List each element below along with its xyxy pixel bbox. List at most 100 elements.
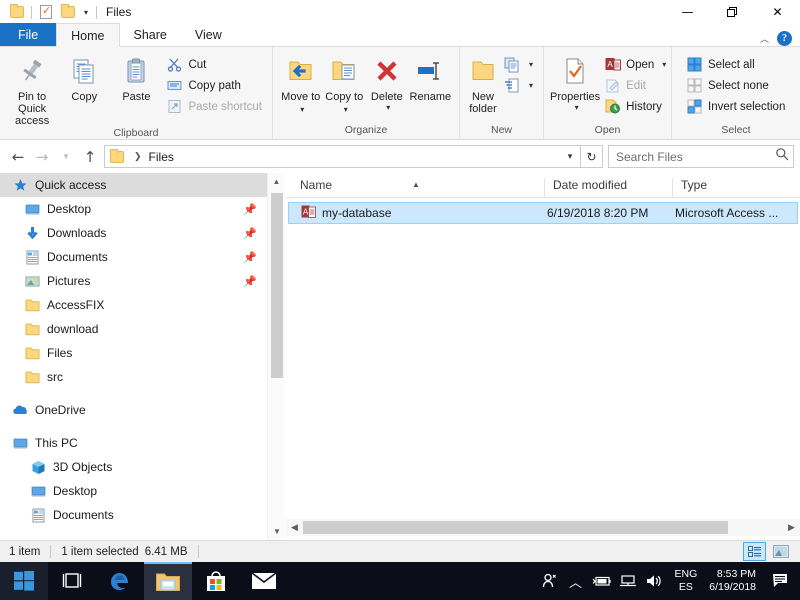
chevron-down-icon[interactable]: ▾	[575, 103, 579, 112]
column-header-date-modified[interactable]: Date modified	[544, 178, 672, 197]
volume-icon[interactable]	[641, 562, 667, 600]
sidebar-item-this-pc[interactable]: This PC	[0, 431, 267, 455]
paste-label: Paste	[122, 91, 150, 103]
chevron-up-icon[interactable]: ︿	[563, 562, 589, 600]
search-box[interactable]: Search Files	[608, 145, 794, 168]
minimize-button[interactable]: —	[665, 0, 710, 24]
edge-button[interactable]	[96, 562, 144, 600]
chevron-up-icon[interactable]: ︿	[760, 32, 769, 45]
sidebar-item-quick-access[interactable]: Quick access	[0, 173, 267, 197]
task-view-button[interactable]	[48, 562, 96, 600]
sidebar-item-desktop-pc[interactable]: Desktop	[0, 479, 267, 503]
qat-folder-icon[interactable]	[6, 1, 28, 23]
clock[interactable]: 8:53 PM 6/19/2018	[705, 568, 766, 594]
paste-shortcut-label: Paste shortcut	[188, 101, 262, 113]
tab-share[interactable]: Share	[120, 23, 181, 46]
tab-home[interactable]: Home	[56, 23, 119, 47]
scroll-up-arrow-icon[interactable]: ▲	[268, 173, 285, 190]
move-to-button[interactable]: Move to ▾	[279, 51, 323, 116]
chevron-down-icon[interactable]: ▾	[529, 81, 533, 90]
sidebar-item-desktop[interactable]: Desktop 📌	[0, 197, 267, 221]
select-none-icon	[686, 77, 703, 94]
file-explorer-button[interactable]	[144, 562, 192, 600]
scrollbar-thumb[interactable]	[271, 193, 283, 378]
refresh-button[interactable]: ↻	[581, 145, 603, 168]
delete-button[interactable]: Delete ▾	[366, 51, 408, 112]
qat-new-folder-icon[interactable]	[57, 1, 79, 23]
new-folder-button[interactable]: New folder	[466, 51, 500, 115]
folder-icon	[110, 151, 124, 163]
new-item-button[interactable]: ▾	[500, 54, 537, 75]
scroll-left-arrow-icon[interactable]: ◀	[286, 519, 303, 536]
pin-icon[interactable]: 📌	[243, 203, 257, 216]
close-button[interactable]: ✕	[755, 0, 800, 24]
paste-button[interactable]: Paste	[110, 51, 162, 103]
sidebar-item-pictures[interactable]: Pictures 📌	[0, 269, 267, 293]
scroll-down-arrow-icon[interactable]: ▼	[268, 523, 286, 540]
sidebar-item-onedrive[interactable]: OneDrive	[0, 398, 267, 422]
address-bar[interactable]: ❯ Files ▾	[104, 145, 581, 168]
properties-button[interactable]: Properties ▾	[550, 51, 600, 112]
pin-icon[interactable]: 📌	[243, 275, 257, 288]
recent-locations-button[interactable]: ▾	[54, 145, 78, 169]
sidebar-item-documents[interactable]: Documents 📌	[0, 245, 267, 269]
scrollbar-thumb[interactable]	[303, 521, 728, 534]
up-button[interactable]: ↑	[78, 145, 102, 169]
people-icon[interactable]	[537, 562, 563, 600]
chevron-down-icon[interactable]: ▾	[662, 60, 666, 69]
sidebar-item-files[interactable]: Files	[0, 341, 267, 365]
search-input[interactable]: Search Files	[616, 150, 775, 164]
sidebar-item-documents-pc[interactable]: Documents	[0, 503, 267, 527]
scroll-right-arrow-icon[interactable]: ▶	[783, 519, 800, 536]
language-indicator[interactable]: ENG ES	[667, 568, 706, 594]
select-all-button[interactable]: Select all	[682, 54, 789, 75]
start-button[interactable]	[0, 562, 48, 600]
chevron-down-icon[interactable]: ▾	[529, 60, 533, 69]
back-button[interactable]: ←	[6, 145, 30, 169]
help-icon[interactable]: ?	[777, 31, 792, 46]
navigation-pane-scrollbar[interactable]: ▲ ▼	[267, 173, 285, 540]
network-icon[interactable]	[615, 562, 641, 600]
mail-button[interactable]	[240, 562, 288, 600]
file-name-cell[interactable]: A my-database	[289, 204, 539, 222]
tab-view[interactable]: View	[181, 23, 236, 46]
sidebar-item-src[interactable]: src	[0, 365, 267, 389]
clipboard-small-buttons: Cut Copy path	[162, 51, 266, 117]
easy-access-button[interactable]: ▾	[500, 75, 537, 96]
chevron-down-icon[interactable]: ▾	[562, 151, 578, 162]
chevron-down-icon[interactable]: ▾	[386, 103, 390, 112]
forward-button[interactable]: →	[30, 145, 54, 169]
maximize-button[interactable]	[710, 0, 755, 24]
column-header-type[interactable]: Type	[672, 178, 800, 197]
file-list-scrollbar[interactable]: ◀ ▶	[286, 519, 800, 536]
copy-to-button[interactable]: Copy to ▾	[323, 51, 367, 116]
rename-button[interactable]: Rename	[408, 51, 453, 103]
navigation-pane[interactable]: Quick access Desktop 📌 Downloads 📌	[0, 173, 267, 540]
cut-button[interactable]: Cut	[162, 54, 266, 75]
file-list-pane[interactable]: Name ▲ Date modified Type A my-database …	[286, 173, 800, 540]
column-header-name[interactable]: Name ▲	[286, 178, 544, 197]
action-center-button[interactable]	[766, 562, 796, 600]
pin-to-quick-access-button[interactable]: Pin to Quick access	[6, 51, 58, 127]
battery-icon[interactable]	[589, 562, 615, 600]
sidebar-item-accessfix[interactable]: AccessFIX	[0, 293, 267, 317]
open-button[interactable]: A Open ▾	[600, 54, 670, 75]
history-button[interactable]: History	[600, 96, 670, 117]
sidebar-item-download[interactable]: download	[0, 317, 267, 341]
sidebar-item-downloads[interactable]: Downloads 📌	[0, 221, 267, 245]
breadcrumb-item-files[interactable]: Files	[149, 150, 174, 164]
qat-properties-icon[interactable]	[35, 1, 57, 23]
sidebar-item-3d-objects[interactable]: 3D Objects	[0, 455, 267, 479]
pin-icon[interactable]: 📌	[243, 227, 257, 240]
details-view-button[interactable]	[743, 542, 766, 561]
tab-file[interactable]: File	[0, 23, 56, 46]
table-row[interactable]: A my-database 6/19/2018 8:20 PM Microsof…	[288, 202, 798, 224]
invert-selection-button[interactable]: Invert selection	[682, 96, 789, 117]
copy-path-button[interactable]: Copy path	[162, 75, 266, 96]
store-button[interactable]	[192, 562, 240, 600]
large-icons-view-button[interactable]	[769, 542, 792, 561]
copy-button[interactable]: Copy	[58, 51, 110, 103]
pin-icon[interactable]: 📌	[243, 251, 257, 264]
select-none-button[interactable]: Select none	[682, 75, 789, 96]
chevron-down-icon[interactable]: ▾	[79, 8, 93, 17]
